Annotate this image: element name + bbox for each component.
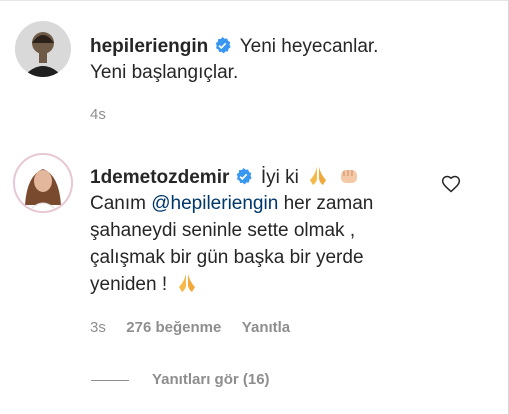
comment-meta-row: 3s 276 beğenme Yanıtla: [90, 319, 290, 337]
comment-line5-wrap: yeniden !: [90, 271, 198, 298]
comment-text-start: İyi ki: [260, 167, 299, 188]
like-comment-heart-icon[interactable]: [441, 174, 461, 194]
comment-line5: yeniden !: [90, 274, 168, 295]
comment-line2: Canım @hepileriengin her zaman: [90, 190, 373, 217]
comment-line4: çalışmak bir gün başka bir yerde: [90, 247, 364, 268]
folded-hands-emoji: [176, 272, 198, 294]
post-caption-line1: Yeni heyecanlar.: [239, 36, 379, 57]
verified-badge-icon: [235, 168, 252, 185]
post-timestamp[interactable]: 4s: [90, 106, 106, 123]
comment-username[interactable]: 1demetozdemir: [90, 167, 229, 188]
comment-author-avatar[interactable]: [13, 153, 73, 213]
view-replies-button[interactable]: Yanıtları gör (16): [152, 371, 270, 388]
comment-likes-count[interactable]: 276 beğenme: [126, 319, 221, 336]
post-header: hepileriengin Yeni heyecanlar.: [90, 33, 378, 60]
post-username[interactable]: hepileriengin: [90, 36, 208, 57]
fist-emoji: [338, 165, 360, 187]
post-author-avatar[interactable]: [15, 21, 71, 77]
comment-timestamp[interactable]: 3s: [90, 319, 106, 336]
post-caption-line2: Yeni başlangıçlar.: [90, 62, 239, 83]
reply-button[interactable]: Yanıtla: [242, 319, 290, 336]
comment-line2-tail: her zaman: [278, 193, 374, 214]
comment-line2-prefix: Canım: [90, 193, 152, 214]
view-replies-divider: [91, 380, 129, 381]
comment-mention-link[interactable]: @hepileriengin: [151, 193, 278, 214]
verified-badge-icon: [214, 37, 231, 54]
comment-line3: şahaneydi seninle sette olmak ,: [90, 220, 356, 241]
frame-top-border: [0, 0, 509, 1]
comment-header: 1demetozdemir İyi ki: [90, 164, 360, 191]
folded-hands-emoji: [307, 165, 329, 187]
